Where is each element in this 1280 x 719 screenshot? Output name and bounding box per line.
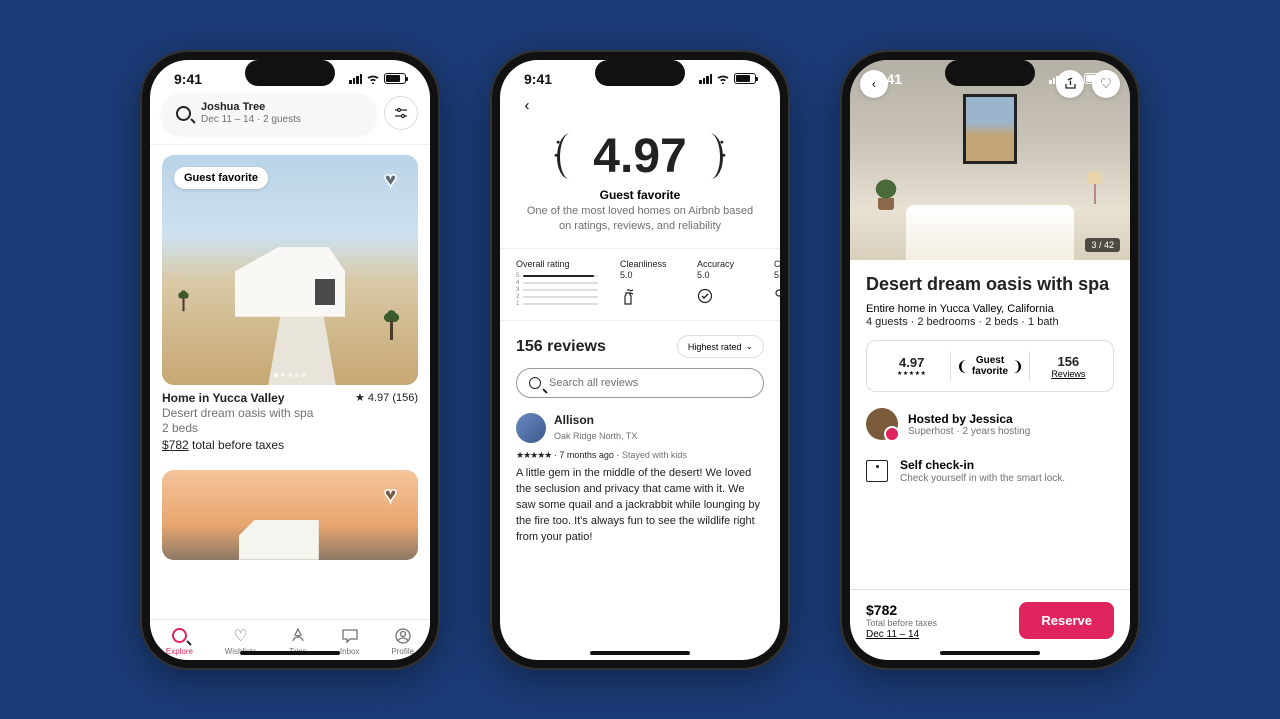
reviews-search-placeholder: Search all reviews xyxy=(549,377,638,389)
tab-explore[interactable]: Explore xyxy=(166,626,193,656)
photo-counter: 3 / 42 xyxy=(1085,238,1120,252)
reviewer-name: Allison xyxy=(554,412,637,429)
phone-listing-detail: 9:41.phone:nth-of-type(3) .batt::before{… xyxy=(840,50,1140,670)
footer-price-label: Total before taxes xyxy=(866,618,937,628)
listing-card[interactable] xyxy=(162,470,418,560)
phone-reviews: 9:41 ‹ 4.97 Guest favorite One of the mo… xyxy=(490,50,790,670)
listing-title: Home in Yucca Valley xyxy=(162,391,285,405)
category-checkin: Chec5.0 xyxy=(774,259,780,310)
laurel-right-icon xyxy=(697,132,723,180)
reviewer-location: Oak Ridge North, TX xyxy=(554,430,637,443)
feature-self-checkin: Self check-inCheck yourself in with the … xyxy=(866,458,1114,484)
home-indicator xyxy=(590,651,690,655)
search-bar[interactable]: Joshua Tree Dec 11 – 14 · 2 guests xyxy=(162,93,376,134)
overall-rating: 4.97 xyxy=(520,129,760,184)
listing-price-suffix: total before taxes xyxy=(189,438,284,452)
summary-guest-favorite: ❨Guestfavorite❩ xyxy=(951,355,1028,377)
reviews-search-input[interactable]: Search all reviews xyxy=(516,368,764,398)
listing-subtitle: Desert dream oasis with spa xyxy=(162,406,418,420)
guest-favorite-subtitle: One of the most loved homes on Airbnb ba… xyxy=(520,204,760,235)
signal-icon xyxy=(349,74,362,84)
listing-title: Desert dream oasis with spa xyxy=(866,274,1114,296)
back-button[interactable]: ‹ xyxy=(516,95,538,117)
search-icon xyxy=(529,377,541,389)
review-extra: Stayed with kids xyxy=(622,450,687,460)
review-time: 7 months ago xyxy=(559,450,614,460)
photo-pagination xyxy=(274,373,306,377)
host-subtitle: Superhost · 2 years hosting xyxy=(908,426,1030,437)
search-subtitle: Dec 11 – 14 · 2 guests xyxy=(201,114,301,126)
chevron-down-icon: ⌄ xyxy=(745,341,753,352)
laurel-left-icon xyxy=(557,132,583,180)
reviews-count: 156 reviews xyxy=(516,338,606,356)
listing-beds: 2 beds xyxy=(162,421,418,435)
rating-categories[interactable]: Overall rating 54321 Cleanliness5.0 Accu… xyxy=(500,248,780,321)
host-avatar xyxy=(866,408,898,440)
spray-icon xyxy=(620,288,675,310)
footer-dates[interactable]: Dec 11 – 14 xyxy=(866,629,937,640)
filter-button[interactable] xyxy=(384,96,418,130)
sort-button[interactable]: Highest rated⌄ xyxy=(677,335,764,358)
battery-icon xyxy=(384,73,406,84)
summary-reviews: 156Reviews xyxy=(1030,354,1107,379)
search-icon xyxy=(176,106,191,121)
host-section[interactable]: Hosted by JessicaSuperhost · 2 years hos… xyxy=(866,408,1114,440)
reviewer-avatar xyxy=(516,413,546,443)
listing-specs: 4 guests · 2 bedrooms · 2 beds · 1 bath xyxy=(866,316,1114,328)
listing-photo xyxy=(162,470,418,560)
listing-hero-photo[interactable]: ‹ ♡ 3 / 42 xyxy=(850,60,1130,260)
listing-location: Entire home in Yucca Valley, California xyxy=(866,303,1114,315)
tab-inbox[interactable]: Inbox xyxy=(340,626,360,656)
search-query: Joshua Tree xyxy=(201,101,301,114)
listing-price: $782 xyxy=(162,438,189,452)
category-accuracy: Accuracy5.0 xyxy=(697,259,752,310)
door-icon xyxy=(866,460,888,482)
home-indicator xyxy=(240,651,340,655)
key-icon xyxy=(774,288,780,308)
status-time: 9:41 xyxy=(174,71,202,87)
wishlist-heart-button[interactable] xyxy=(384,482,406,502)
wishlist-heart-button[interactable] xyxy=(384,167,406,187)
footer-price: $782 xyxy=(866,602,937,618)
listing-card[interactable]: Guest favorite Home in Yucca Valley ★ 4.… xyxy=(162,155,418,452)
review-item: AllisonOak Ridge North, TX ★★★★★ · 7 mon… xyxy=(500,398,780,545)
guest-favorite-title: Guest favorite xyxy=(520,188,760,202)
listing-photo: Guest favorite xyxy=(162,155,418,385)
booking-footer: $782 Total before taxes Dec 11 – 14 Rese… xyxy=(850,589,1130,660)
category-cleanliness: Cleanliness5.0 xyxy=(620,259,675,310)
review-stars: ★★★★★ xyxy=(516,450,551,460)
listing-rating: ★ 4.97 (156) xyxy=(355,391,418,404)
summary-rating: 4.97★★★★★ xyxy=(873,355,950,377)
category-overall: Overall rating 54321 xyxy=(516,259,598,310)
reserve-button[interactable]: Reserve xyxy=(1019,602,1114,639)
summary-box[interactable]: 4.97★★★★★ ❨Guestfavorite❩ 156Reviews xyxy=(866,340,1114,392)
home-indicator xyxy=(940,651,1040,655)
check-circle-icon xyxy=(697,288,752,308)
wifi-icon xyxy=(366,71,380,87)
guest-favorite-badge: Guest favorite xyxy=(174,167,268,189)
tab-profile[interactable]: Profile xyxy=(391,626,414,656)
review-text: A little gem in the middle of the desert… xyxy=(516,466,764,546)
host-name: Hosted by Jessica xyxy=(908,412,1030,426)
phone-explore: 9:41 Joshua Tree Dec 11 – 14 · 2 guests xyxy=(140,50,440,670)
